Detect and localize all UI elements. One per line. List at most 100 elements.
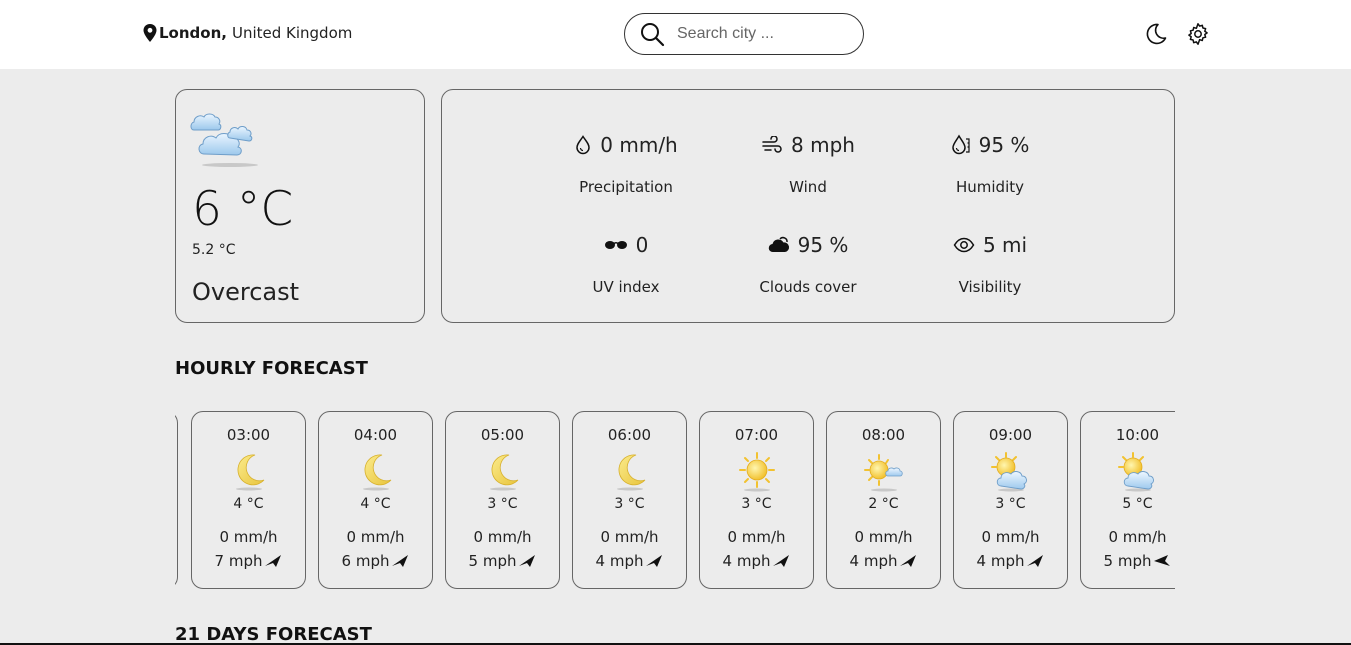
- wind-direction-icon: [1026, 554, 1044, 568]
- hourly-forecast-scroller[interactable]: 03:00 4 °C 0 mm/h 7 mph 04:00 4 °C 0 mm/…: [175, 411, 1175, 591]
- visibility-label: Visibility: [958, 278, 1022, 296]
- visibility-value: 5 mi: [982, 233, 1028, 257]
- current-weather-card: 6 °C 5.2 °C Overcast: [175, 89, 425, 323]
- weather-condition: Overcast: [192, 278, 300, 306]
- search-icon[interactable]: [639, 21, 665, 47]
- map-pin-icon: [143, 24, 157, 42]
- weather-details-card: 0 mm/h Precipitation 8 mph Wind 95 % Hum…: [441, 89, 1175, 323]
- hourly-card[interactable]: 03:00 4 °C 0 mm/h 7 mph: [191, 411, 306, 589]
- sun-cloud-icon: [991, 452, 1031, 492]
- hour-time: 04:00: [353, 426, 398, 444]
- hour-wind-speed: 5 mph: [468, 552, 517, 570]
- hour-temperature: 3 °C: [995, 496, 1026, 512]
- hour-temperature: 4 °C: [233, 496, 264, 512]
- hour-temperature: 3 °C: [614, 496, 645, 512]
- precipitation-value: 0 mm/h: [600, 133, 678, 157]
- search-input[interactable]: [677, 25, 847, 43]
- humidity-icon: [951, 134, 970, 155]
- hour-wind-speed: 4 mph: [722, 552, 771, 570]
- uv-index-label: UV index: [592, 278, 660, 296]
- hour-wind: 4 mph: [827, 552, 940, 570]
- hourly-card[interactable]: 04:00 4 °C 0 mm/h 6 mph: [318, 411, 433, 589]
- humidity-label: Humidity: [955, 178, 1024, 196]
- search-box[interactable]: [624, 13, 864, 55]
- moon-icon[interactable]: [1144, 22, 1168, 46]
- country-name: United Kingdom: [231, 24, 353, 42]
- hourly-card[interactable]: 06:00 3 °C 0 mm/h 4 mph: [572, 411, 687, 589]
- top-bar: London, United Kingdom: [0, 0, 1351, 69]
- hour-precipitation: 0 mm/h: [981, 528, 1040, 546]
- hour-temperature: 4 °C: [360, 496, 391, 512]
- hour-wind: 6 mph: [319, 552, 432, 570]
- location: London, United Kingdom: [143, 24, 352, 42]
- hour-precipitation: 0 mm/h: [219, 528, 278, 546]
- hour-precipitation: 0 mm/h: [473, 528, 532, 546]
- visibility-metric: 5 mi Visibility: [910, 232, 1070, 296]
- moon-icon: [483, 452, 523, 492]
- wind-direction-icon: [899, 554, 917, 568]
- hourly-card-partial[interactable]: [175, 411, 178, 589]
- daily-forecast-title: 21 DAYS FORECAST: [175, 624, 372, 645]
- hour-precipitation: 0 mm/h: [854, 528, 913, 546]
- hour-wind-speed: 4 mph: [595, 552, 644, 570]
- precipitation-label: Precipitation: [579, 178, 673, 196]
- hour-time: 09:00: [988, 426, 1033, 444]
- hourly-card[interactable]: 05:00 3 °C 0 mm/h 5 mph: [445, 411, 560, 589]
- hour-wind: 7 mph: [192, 552, 305, 570]
- wind-direction-icon: [1153, 554, 1171, 568]
- hour-temperature: 3 °C: [487, 496, 518, 512]
- hour-wind-speed: 4 mph: [976, 552, 1025, 570]
- hour-temperature: 3 °C: [741, 496, 772, 512]
- city-name: London,: [159, 24, 227, 42]
- clouds-cover-label: Clouds cover: [759, 278, 857, 296]
- wind-direction-icon: [518, 554, 536, 568]
- wind-direction-icon: [772, 554, 790, 568]
- sun-icon: [737, 452, 777, 492]
- clouds-cover-value: 95 %: [797, 233, 849, 257]
- uv-index-value: 0: [635, 233, 649, 257]
- hour-precipitation: 0 mm/h: [600, 528, 659, 546]
- hour-time: 03:00: [226, 426, 271, 444]
- hourly-card[interactable]: 09:00 3 °C 0 mm/h 4 mph: [953, 411, 1068, 589]
- moon-icon: [610, 452, 650, 492]
- hour-wind: 4 mph: [700, 552, 813, 570]
- hour-precipitation: 0 mm/h: [1108, 528, 1167, 546]
- hour-wind-speed: 4 mph: [849, 552, 898, 570]
- uv-index-metric: 0 UV index: [546, 232, 706, 296]
- sun-cloud-icon: [1118, 452, 1158, 492]
- hour-precipitation: 0 mm/h: [727, 528, 786, 546]
- cloud-icon: [768, 236, 789, 253]
- hourly-card[interactable]: 10:00 5 °C 0 mm/h 5 mph: [1080, 411, 1175, 589]
- hour-temperature: 5 °C: [1122, 496, 1153, 512]
- hour-wind-speed: 5 mph: [1103, 552, 1152, 570]
- moon-icon: [356, 452, 396, 492]
- moon-icon: [229, 452, 269, 492]
- hour-wind: 5 mph: [1081, 552, 1175, 570]
- hour-wind: 5 mph: [446, 552, 559, 570]
- wind-icon: [762, 136, 782, 153]
- humidity-value: 95 %: [978, 133, 1030, 157]
- gear-icon[interactable]: [1186, 22, 1210, 46]
- hourly-forecast-title: HOURLY FORECAST: [175, 358, 368, 379]
- hour-time: 06:00: [607, 426, 652, 444]
- hourly-card[interactable]: 08:00 2 °C 0 mm/h 4 mph: [826, 411, 941, 589]
- sun-small-cloud-icon: [864, 452, 904, 492]
- current-temperature: 6 °C: [192, 182, 294, 237]
- droplet-icon: [576, 135, 591, 155]
- hour-wind-speed: 7 mph: [214, 552, 263, 570]
- sunglasses-icon: [604, 241, 627, 249]
- wind-label: Wind: [789, 178, 827, 196]
- precipitation-metric: 0 mm/h Precipitation: [546, 132, 706, 196]
- wind-value: 8 mph: [791, 133, 855, 157]
- overcast-clouds-icon: [190, 113, 258, 167]
- hour-precipitation: 0 mm/h: [346, 528, 405, 546]
- hour-time: 08:00: [861, 426, 906, 444]
- clouds-cover-metric: 95 % Clouds cover: [728, 232, 888, 296]
- wind-direction-icon: [391, 554, 409, 568]
- hour-time: 05:00: [480, 426, 525, 444]
- hour-wind: 4 mph: [573, 552, 686, 570]
- hourly-card[interactable]: 07:00 3 °C 0 mm/h 4 mph: [699, 411, 814, 589]
- hour-wind: 4 mph: [954, 552, 1067, 570]
- eye-icon: [953, 237, 975, 253]
- wind-direction-icon: [264, 554, 282, 568]
